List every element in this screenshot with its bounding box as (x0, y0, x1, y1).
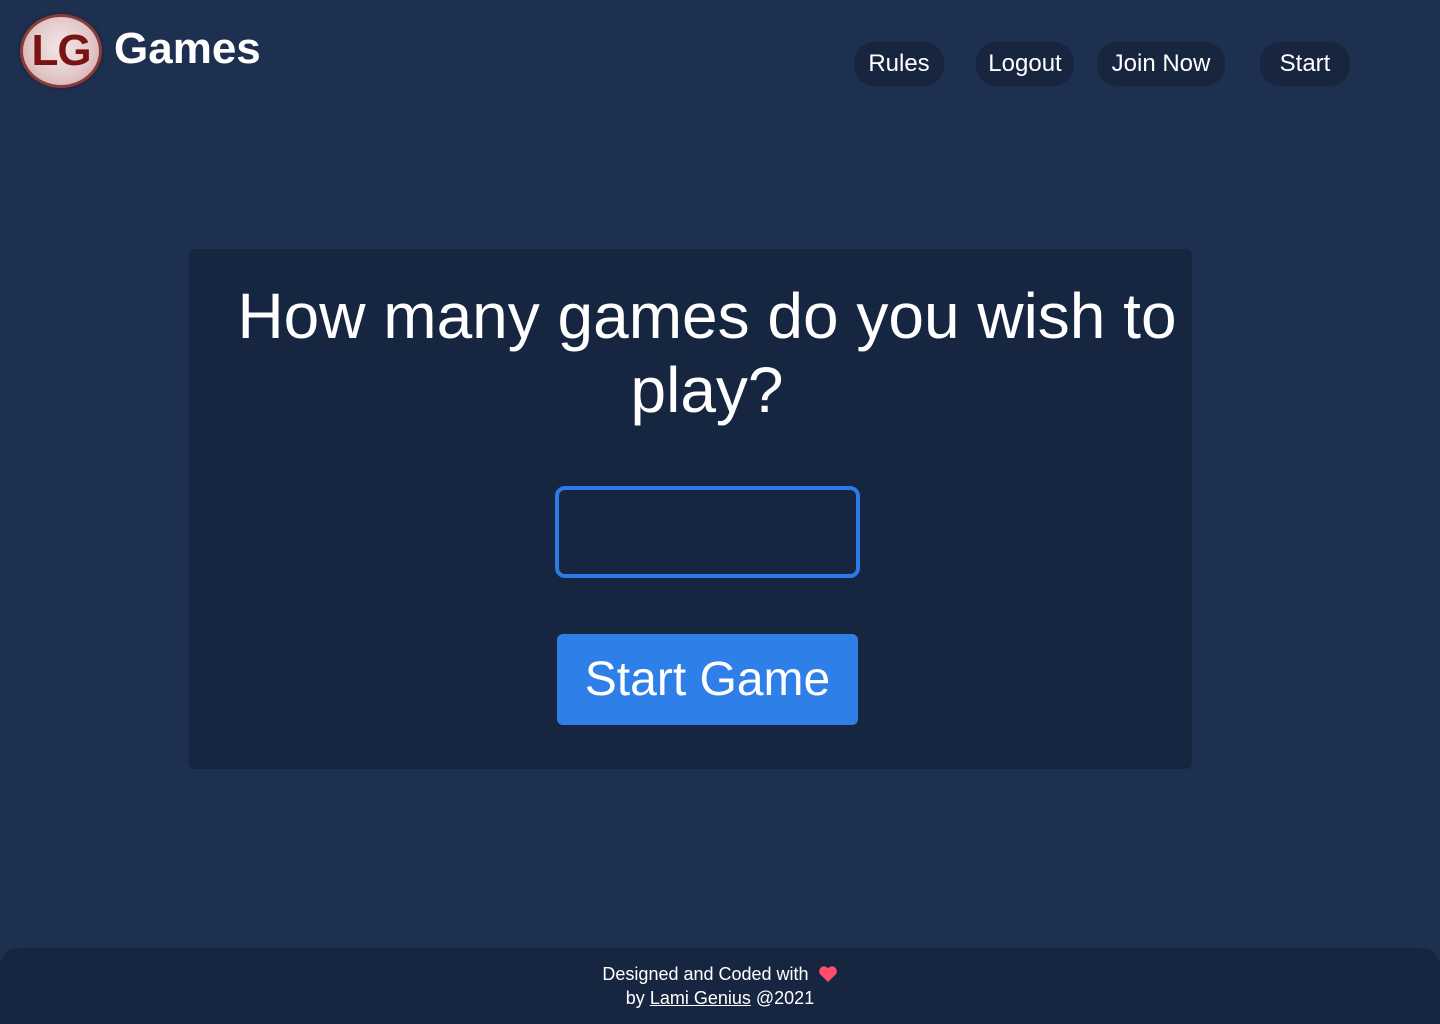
logo-text: LG (31, 26, 91, 75)
nav-start-button[interactable]: Start (1260, 42, 1350, 86)
footer-by-text: by (625, 988, 645, 1008)
games-count-input[interactable] (555, 486, 860, 578)
heart-icon (818, 965, 838, 988)
start-game-button[interactable]: Start Game (557, 634, 858, 725)
question-heading: How many games do you wish to play? (237, 280, 1177, 426)
author-link[interactable]: Lami Genius (650, 988, 751, 1008)
footer-designed-text: Designed and Coded with (602, 964, 809, 984)
nav-join-now-button[interactable]: Join Now (1097, 42, 1225, 86)
footer-line-2: by Lami Genius @2021 (0, 988, 1440, 1009)
footer-year-text: @2021 (755, 988, 815, 1008)
logo: LG (20, 14, 102, 88)
brand-name: Games (114, 24, 261, 73)
games-card: How many games do you wish to play? Star… (189, 249, 1192, 769)
nav-logout-button[interactable]: Logout (976, 42, 1074, 86)
brand[interactable]: LG Games (20, 14, 261, 88)
nav-rules-button[interactable]: Rules (854, 42, 944, 86)
footer-line-1: Designed and Coded with (0, 964, 1440, 988)
page: LG Games Rules Logout Join Now Start How… (0, 0, 1440, 1024)
footer: Designed and Coded with by Lami Genius @… (0, 948, 1440, 1024)
